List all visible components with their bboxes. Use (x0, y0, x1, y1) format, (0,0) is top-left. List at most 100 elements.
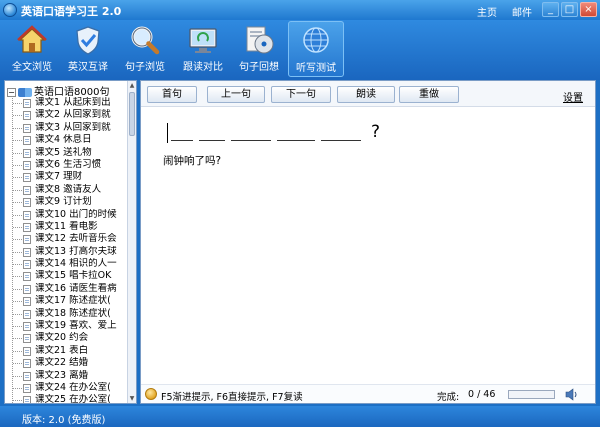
magnifier-icon (131, 26, 160, 55)
lesson-item[interactable]: 课文8 邀请友人 (5, 184, 129, 196)
toolbar-label: 全文浏览 (12, 62, 52, 73)
lesson-item[interactable]: 课文23 离婚 (5, 370, 129, 382)
toolbar-sentence-recall[interactable]: 句子回想 (231, 21, 287, 77)
lesson-item[interactable]: 课文11 看电影 (5, 221, 129, 233)
status-bar: 版本: 2.0 (免费版) (0, 406, 600, 427)
lesson-label: 课文23 离婚 (35, 369, 89, 381)
lesson-item[interactable]: 课文2 从回家到就 (5, 109, 129, 121)
toolbar-dictation-test[interactable]: 听写测试 (288, 21, 344, 77)
lesson-tree[interactable]: − 英语口语8000句 课文1 从起床到出 课文2 从回家到就 课文3 从回家到就 课文… (4, 80, 137, 404)
hint-bulb-icon (145, 388, 157, 400)
hint-bar: F5渐进提示, F6直接提示, F7复读 完成: 0 / 46 (141, 384, 595, 403)
document-icon (23, 260, 31, 270)
speaker-icon[interactable] (565, 388, 579, 401)
lesson-item[interactable]: 课文5 送礼物 (5, 147, 129, 159)
toolbar-sentence-browse[interactable]: 句子浏览 (117, 21, 173, 77)
minimize-button[interactable]: _ (542, 2, 559, 17)
tree-root-node[interactable]: − 英语口语8000句 (7, 83, 109, 98)
document-icon (23, 346, 31, 356)
word-blank (231, 140, 271, 141)
document-icon (23, 235, 31, 245)
lesson-label: 课文2 从回家到就 (35, 109, 111, 121)
cd-icon (246, 26, 274, 54)
lesson-item[interactable]: 课文13 打高尔夫球 (5, 246, 129, 258)
lesson-label: 课文12 去听音乐会 (35, 233, 117, 245)
maximize-button[interactable]: □ (561, 2, 578, 17)
read-aloud-button[interactable]: 朗读 (337, 86, 395, 103)
home-link[interactable]: 主页 (477, 4, 497, 19)
lesson-item[interactable]: 课文25 在办公室( (5, 394, 129, 404)
lesson-item[interactable]: 课文6 生活习惯 (5, 159, 129, 171)
lesson-item[interactable]: 课文24 在办公室( (5, 382, 129, 394)
lesson-label: 课文6 生活习惯 (35, 158, 102, 170)
lesson-label: 课文17 陈述症状( (35, 295, 111, 307)
lesson-item[interactable]: 课文15 唱卡拉OK (5, 270, 129, 282)
document-icon (23, 383, 31, 393)
lesson-label: 课文11 看电影 (35, 220, 98, 232)
toolbar-en-cn-translate[interactable]: 英汉互译 (60, 21, 116, 77)
lesson-item[interactable]: 课文21 表白 (5, 345, 129, 357)
lesson-item[interactable]: 课文22 结婚 (5, 357, 129, 369)
lesson-item[interactable]: 课文12 去听音乐会 (5, 233, 129, 245)
lesson-label: 课文20 约会 (35, 332, 89, 344)
lesson-label: 课文14 相识的人一 (35, 258, 117, 270)
next-sentence-button[interactable]: 下一句 (271, 86, 331, 103)
scroll-up-icon[interactable]: ▲ (128, 81, 136, 90)
toolbar-shadow-compare[interactable]: 跟读对比 (175, 21, 231, 77)
settings-link[interactable]: 设置 (563, 89, 583, 104)
lesson-item[interactable]: 课文1 从起床到出 (5, 97, 129, 109)
mail-link[interactable]: 邮件 (512, 4, 532, 19)
tree-scrollbar[interactable]: ▲ ▼ (127, 81, 136, 403)
close-button[interactable]: × (580, 2, 597, 17)
lesson-label: 课文4 休息日 (35, 134, 92, 146)
lesson-label: 课文9 订计划 (35, 196, 92, 208)
lesson-item[interactable]: 课文3 从回家到就 (5, 122, 129, 134)
lesson-item[interactable]: 课文10 出门的时候 (5, 209, 129, 221)
lesson-label: 课文24 在办公室( (35, 381, 111, 393)
action-bar: 首句 上一句 下一句 朗读 重做 设置 (141, 81, 595, 107)
document-icon (23, 371, 31, 381)
document-icon (23, 309, 31, 319)
lesson-list: 课文1 从起床到出 课文2 从回家到就 课文3 从回家到就 课文4 休息日 课文5 送礼… (5, 97, 129, 404)
lesson-label: 课文3 从回家到就 (35, 121, 111, 133)
collapse-icon[interactable]: − (7, 87, 16, 97)
toolbar-label: 句子回想 (239, 62, 279, 73)
document-icon (23, 359, 31, 369)
document-icon (23, 334, 31, 344)
toolbar-label: 跟读对比 (183, 62, 223, 73)
progress-label: 完成: (437, 392, 460, 403)
document-icon (23, 210, 31, 220)
first-sentence-button[interactable]: 首句 (147, 86, 197, 103)
globe-icon (303, 27, 329, 53)
lesson-item[interactable]: 课文9 订计划 (5, 196, 129, 208)
scroll-thumb[interactable] (129, 92, 135, 136)
scroll-down-icon[interactable]: ▼ (128, 394, 136, 403)
dictation-panel: 首句 上一句 下一句 朗读 重做 设置 ? 闹钟响了吗? F5渐进提示, F6直… (140, 80, 596, 404)
lesson-label: 课文5 送礼物 (35, 146, 92, 158)
lesson-label: 课文18 陈述症状( (35, 307, 111, 319)
word-blank (171, 140, 193, 141)
shield-check-icon (76, 26, 100, 55)
prev-sentence-button[interactable]: 上一句 (207, 86, 265, 103)
progress-count: 0 / 46 (468, 389, 496, 400)
lesson-item[interactable]: 课文18 陈述症状( (5, 308, 129, 320)
lesson-item[interactable]: 课文16 请医生看病 (5, 283, 129, 295)
progress-bar (508, 390, 555, 399)
redo-button[interactable]: 重做 (399, 86, 459, 103)
document-icon (23, 396, 31, 403)
document-icon (23, 173, 31, 183)
lesson-item[interactable]: 课文20 约会 (5, 332, 129, 344)
document-icon (23, 272, 31, 282)
version-status: 版本: 2.0 (免费版) (22, 415, 106, 426)
lesson-item[interactable]: 课文17 陈述症状( (5, 295, 129, 307)
lesson-label: 课文25 在办公室( (35, 394, 111, 404)
toolbar-label: 句子浏览 (125, 62, 165, 73)
lesson-item[interactable]: 课文7 理财 (5, 171, 129, 183)
lesson-label: 课文22 结婚 (35, 357, 89, 369)
lesson-item[interactable]: 课文19 喜欢、爱上 (5, 320, 129, 332)
document-icon (23, 284, 31, 294)
toolbar-full-text-browse[interactable]: 全文浏览 (4, 21, 60, 77)
toolbar-label: 听写测试 (296, 63, 336, 74)
lesson-item[interactable]: 课文4 休息日 (5, 134, 129, 146)
lesson-item[interactable]: 课文14 相识的人一 (5, 258, 129, 270)
